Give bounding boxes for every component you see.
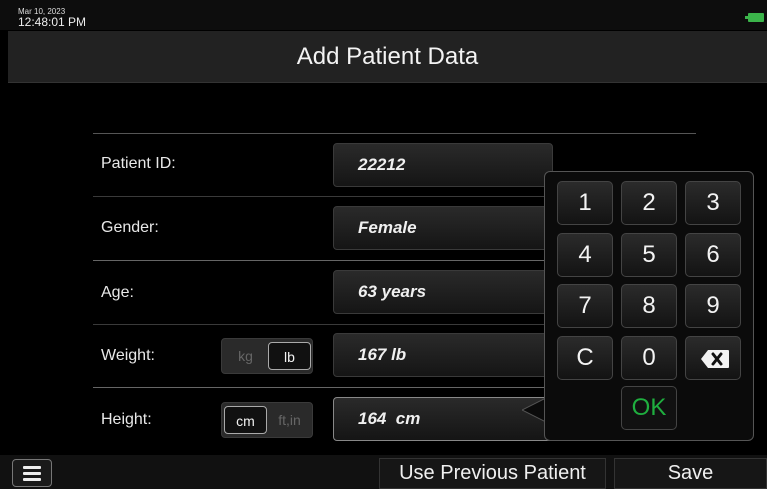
height-unit-cm[interactable]: cm xyxy=(224,406,267,434)
weight-unit-lb[interactable]: lb xyxy=(268,342,311,370)
weight-unit-kg[interactable]: kg xyxy=(224,342,267,370)
weight-value: 167 lb xyxy=(358,345,407,364)
use-previous-patient-button[interactable]: Use Previous Patient xyxy=(379,458,606,489)
height-field[interactable]: 164 cm xyxy=(333,397,553,441)
save-button[interactable]: Save xyxy=(614,458,767,489)
height-value: 164 cm xyxy=(358,409,421,428)
weight-unit-toggle[interactable]: kg lb xyxy=(221,338,313,374)
height-unit-ftin[interactable]: ft,in xyxy=(268,406,311,434)
weight-label: Weight: xyxy=(101,347,155,364)
key-6[interactable]: 6 xyxy=(685,233,741,277)
weight-field[interactable]: 167 lb xyxy=(333,333,553,377)
numeric-keypad: 1 2 3 4 5 6 7 8 9 C 0 OK xyxy=(544,171,754,441)
age-label: Age: xyxy=(101,284,134,301)
status-time: 12:48:01 PM xyxy=(18,15,87,29)
key-3[interactable]: 3 xyxy=(685,181,741,225)
gender-value: Female xyxy=(358,218,417,237)
page-title: Add Patient Data xyxy=(296,43,479,70)
patient-id-field[interactable]: 22212 xyxy=(333,143,553,187)
age-value: 63 years xyxy=(358,282,427,301)
key-5[interactable]: 5 xyxy=(621,233,677,277)
key-1[interactable]: 1 xyxy=(557,181,613,225)
key-4[interactable]: 4 xyxy=(557,233,613,277)
divider xyxy=(93,133,696,134)
ok-button[interactable]: OK xyxy=(621,386,677,430)
patient-id-value: 22212 xyxy=(358,155,406,174)
key-clear[interactable]: C xyxy=(557,336,613,380)
backspace-icon xyxy=(701,350,729,368)
divider xyxy=(93,387,553,388)
height-unit-toggle[interactable]: cm ft,in xyxy=(221,402,313,438)
key-7[interactable]: 7 xyxy=(557,284,613,328)
height-label: Height: xyxy=(101,411,152,428)
battery-icon xyxy=(745,13,764,22)
key-9[interactable]: 9 xyxy=(685,284,741,328)
divider xyxy=(93,196,553,197)
gender-label: Gender: xyxy=(101,219,159,236)
backspace-button[interactable] xyxy=(685,336,741,380)
title-bar: Add Patient Data xyxy=(8,31,767,83)
gender-field[interactable]: Female xyxy=(333,206,553,250)
divider xyxy=(93,260,553,261)
patient-id-label: Patient ID: xyxy=(101,155,176,172)
age-field[interactable]: 63 years xyxy=(333,270,553,314)
keypad-pointer xyxy=(522,398,546,422)
divider xyxy=(93,324,553,325)
menu-button[interactable] xyxy=(12,459,52,487)
key-8[interactable]: 8 xyxy=(621,284,677,328)
key-2[interactable]: 2 xyxy=(621,181,677,225)
status-bar: Mar 10, 2023 12:48:01 PM xyxy=(0,0,767,30)
key-0[interactable]: 0 xyxy=(621,336,677,380)
